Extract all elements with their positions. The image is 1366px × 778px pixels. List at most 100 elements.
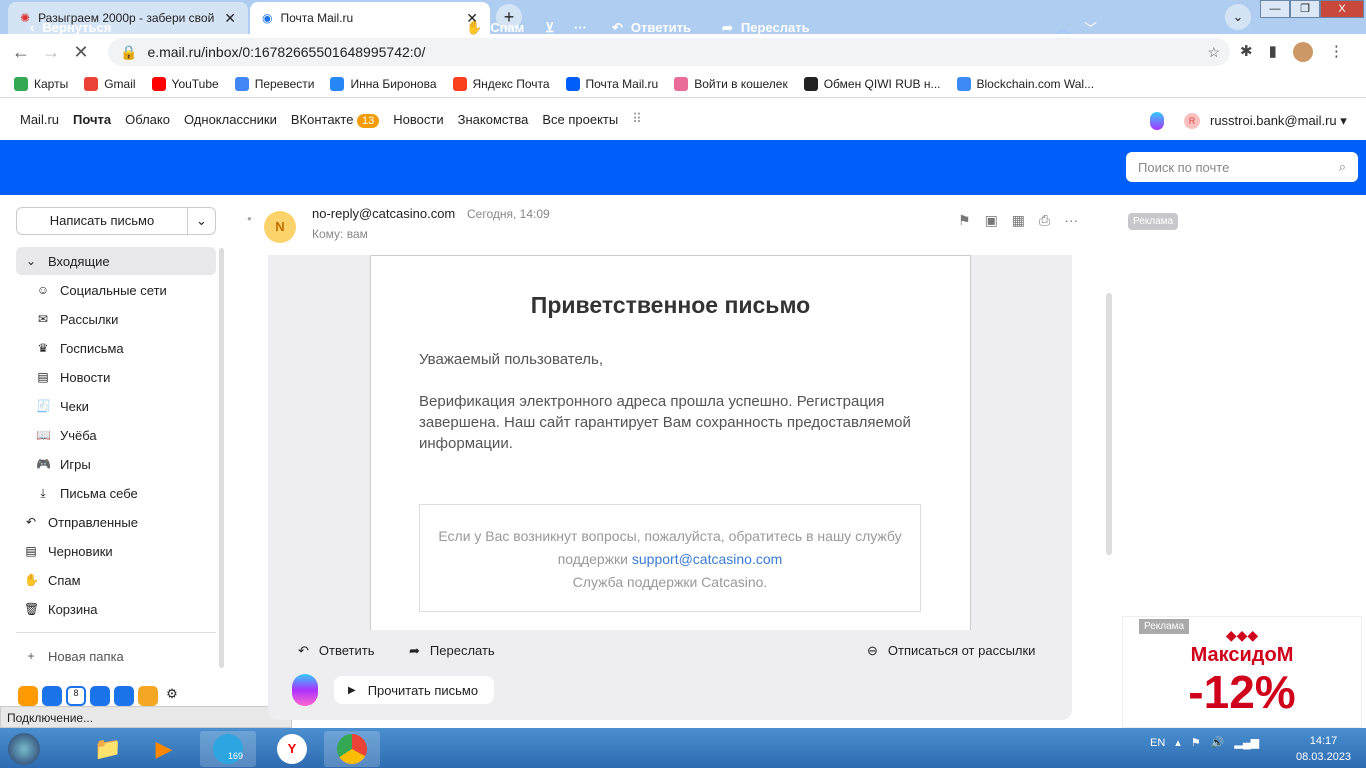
support-email-link[interactable]: support@catcasino.com <box>632 551 782 567</box>
tab-search-button[interactable]: ⌄ <box>1225 4 1251 30</box>
bookmark[interactable]: Карты <box>14 76 68 91</box>
footer-forward-button[interactable]: ➦ Переслать <box>409 643 495 659</box>
bookmark[interactable]: Почта Mail.ru <box>565 76 658 91</box>
inbox-self-icon: ⤓ <box>40 485 46 500</box>
settings-icon[interactable]: ⚙ <box>162 686 182 706</box>
assistant-icon[interactable] <box>1150 112 1164 130</box>
ad-label: Реклама <box>1128 213 1179 230</box>
portal-link[interactable]: Новости <box>393 112 443 127</box>
new-folder-button[interactable]: + Новая папка <box>16 642 216 670</box>
footer-reply-button[interactable]: ↶ Ответить <box>298 643 374 659</box>
network-icon[interactable]: ▂▄▆ <box>1234 736 1259 749</box>
bookmark[interactable]: YouTube <box>151 76 219 91</box>
more-icon[interactable]: ··· <box>1064 212 1078 229</box>
cloud-app-icon[interactable] <box>18 686 38 706</box>
system-tray: EN ▴ ⚑ 🔊 ▂▄▆ <box>1150 736 1259 750</box>
bookmark[interactable]: Войти в кошелек <box>674 76 788 91</box>
ad-banner[interactable]: Реклама ◆◆◆ МаксидоМ -12% <box>1122 616 1362 728</box>
sent-icon: ↶ <box>25 515 37 529</box>
volume-icon[interactable]: 🔊 <box>1211 736 1225 749</box>
folder-item[interactable]: 🎮 Игры <box>16 450 216 478</box>
bookmark[interactable]: Перевести <box>234 76 314 91</box>
portal-link[interactable]: Облако <box>125 112 170 127</box>
folder-item[interactable]: ⌄ Входящие <box>16 247 216 275</box>
forward-button[interactable]: ➦ Переслать <box>722 0 810 55</box>
bookmark[interactable]: Обмен QIWI RUB н... <box>803 76 941 91</box>
tasks-app-icon[interactable] <box>90 686 110 706</box>
reply-button[interactable]: ↶ Ответить <box>612 0 691 55</box>
bookmark[interactable]: Инна Биронова <box>330 76 437 91</box>
video-app-icon[interactable] <box>114 686 134 706</box>
bookmark[interactable]: Blockchain.com Wal... <box>956 76 1094 91</box>
telegram-icon[interactable]: 169 <box>200 731 256 767</box>
portal-link[interactable]: Все проекты <box>542 112 618 127</box>
folder-item[interactable]: 🧾 Чеки <box>16 392 216 420</box>
delete-button[interactable]: 🗑 Удалить <box>268 0 346 55</box>
folder-item[interactable]: ✉ Рассылки <box>16 305 216 333</box>
folder-item[interactable]: ▤ Новости <box>16 363 216 391</box>
folder-item[interactable]: ↶ Отправленные <box>16 508 216 536</box>
bookmark[interactable]: Яндекс Почта <box>452 76 550 91</box>
calendar-app-icon[interactable]: 8 <box>66 686 86 706</box>
portal-link[interactable]: Почта <box>73 112 111 127</box>
show-hidden-icon[interactable]: ▴ <box>1175 736 1181 749</box>
more-button[interactable]: ··· <box>574 0 587 55</box>
folder-item[interactable]: 📖 Учёба <box>16 421 216 449</box>
plus-icon: + <box>27 649 35 663</box>
portal-link[interactable]: Mail.ru <box>20 112 59 127</box>
portal-link[interactable]: Одноклассники <box>184 112 277 127</box>
folder-item[interactable]: ✋ Спам <box>16 566 216 594</box>
folder-item[interactable]: ⤓ Письма себе <box>16 479 216 507</box>
archive-button[interactable]: ⊻ <box>545 0 555 55</box>
print-icon[interactable]: ⎙ <box>1039 212 1050 229</box>
status-bar: Подключение... <box>0 706 292 728</box>
sender[interactable]: no-reply@catcasino.com <box>312 206 455 221</box>
folder-item[interactable]: ▤ Черновики <box>16 537 216 565</box>
message-scrollbar[interactable] <box>1106 293 1112 555</box>
reply-icon: ↶ <box>298 643 309 658</box>
close-tab-icon[interactable]: ✕ <box>224 10 236 27</box>
portal-link[interactable]: ВКонтакте 13 <box>291 112 380 128</box>
video-icon[interactable]: ▣ <box>985 212 998 229</box>
yandex-browser-icon[interactable]: Y <box>264 731 320 767</box>
move-button[interactable]: ⇥ В папку <box>368 0 437 55</box>
money-app-icon[interactable] <box>138 686 158 706</box>
bookmark-icon[interactable]: ⚑ <box>958 212 971 229</box>
extensions-icon[interactable]: ✱ <box>1240 42 1253 62</box>
portal-link[interactable]: Знакомства <box>458 112 529 127</box>
next-message-icon[interactable]: ﹀ <box>1084 0 1097 55</box>
explorer-icon[interactable]: 📁 <box>80 731 136 767</box>
media-player-icon[interactable]: ▶ <box>136 731 192 767</box>
minimize-button[interactable]: — <box>1260 0 1290 18</box>
start-button[interactable] <box>2 731 46 767</box>
close-window-button[interactable]: X <box>1320 0 1364 18</box>
folder-item[interactable]: ☺ Социальные сети <box>16 276 216 304</box>
sidebar-scrollbar[interactable] <box>219 248 224 668</box>
chrome-icon[interactable] <box>324 731 380 767</box>
language-indicator[interactable]: EN <box>1150 737 1165 749</box>
restore-button[interactable]: ❐ <box>1290 0 1320 18</box>
menu-icon[interactable]: ⋮ <box>1329 42 1344 62</box>
profile-avatar[interactable] <box>1292 42 1313 62</box>
flag-icon[interactable]: ⚑ <box>1191 736 1201 749</box>
account-menu[interactable]: russtroi.bank@mail.ru ▾ <box>1210 113 1347 129</box>
calendar-icon[interactable]: ▦ <box>1012 212 1025 229</box>
bookmarks-bar: Карты Gmail YouTube Перевести Инна Бирон… <box>0 70 1366 98</box>
read-aloud-button[interactable]: ▶ Прочитать письмо <box>334 676 494 704</box>
compose-button[interactable]: Написать письмо ⌄ <box>16 207 216 235</box>
spam-button[interactable]: ✋ Спам <box>466 0 524 55</box>
sidepanel-icon[interactable]: ▮ <box>1269 42 1277 62</box>
contacts-app-icon[interactable] <box>42 686 62 706</box>
assistant-icon[interactable] <box>292 674 318 706</box>
folder-item[interactable]: 🗑 Корзина <box>16 595 216 623</box>
prev-message-icon[interactable]: ︿ <box>1056 0 1069 55</box>
star-icon[interactable]: ☆ <box>1207 44 1220 61</box>
unsubscribe-button[interactable]: ⊖ Отписаться от рассылки <box>867 643 1035 659</box>
back-button[interactable]: ‹ Вернуться <box>30 0 111 55</box>
search-input[interactable]: Поиск по почте ⌕ <box>1126 152 1358 182</box>
bookmark[interactable]: Gmail <box>84 76 136 91</box>
grid-icon[interactable]: ⠿ <box>632 111 642 127</box>
clock[interactable]: 14:17 08.03.2023 <box>1296 733 1351 765</box>
unread-dot[interactable]: ● <box>247 214 252 223</box>
folder-item[interactable]: ♛ Госписьма <box>16 334 216 362</box>
